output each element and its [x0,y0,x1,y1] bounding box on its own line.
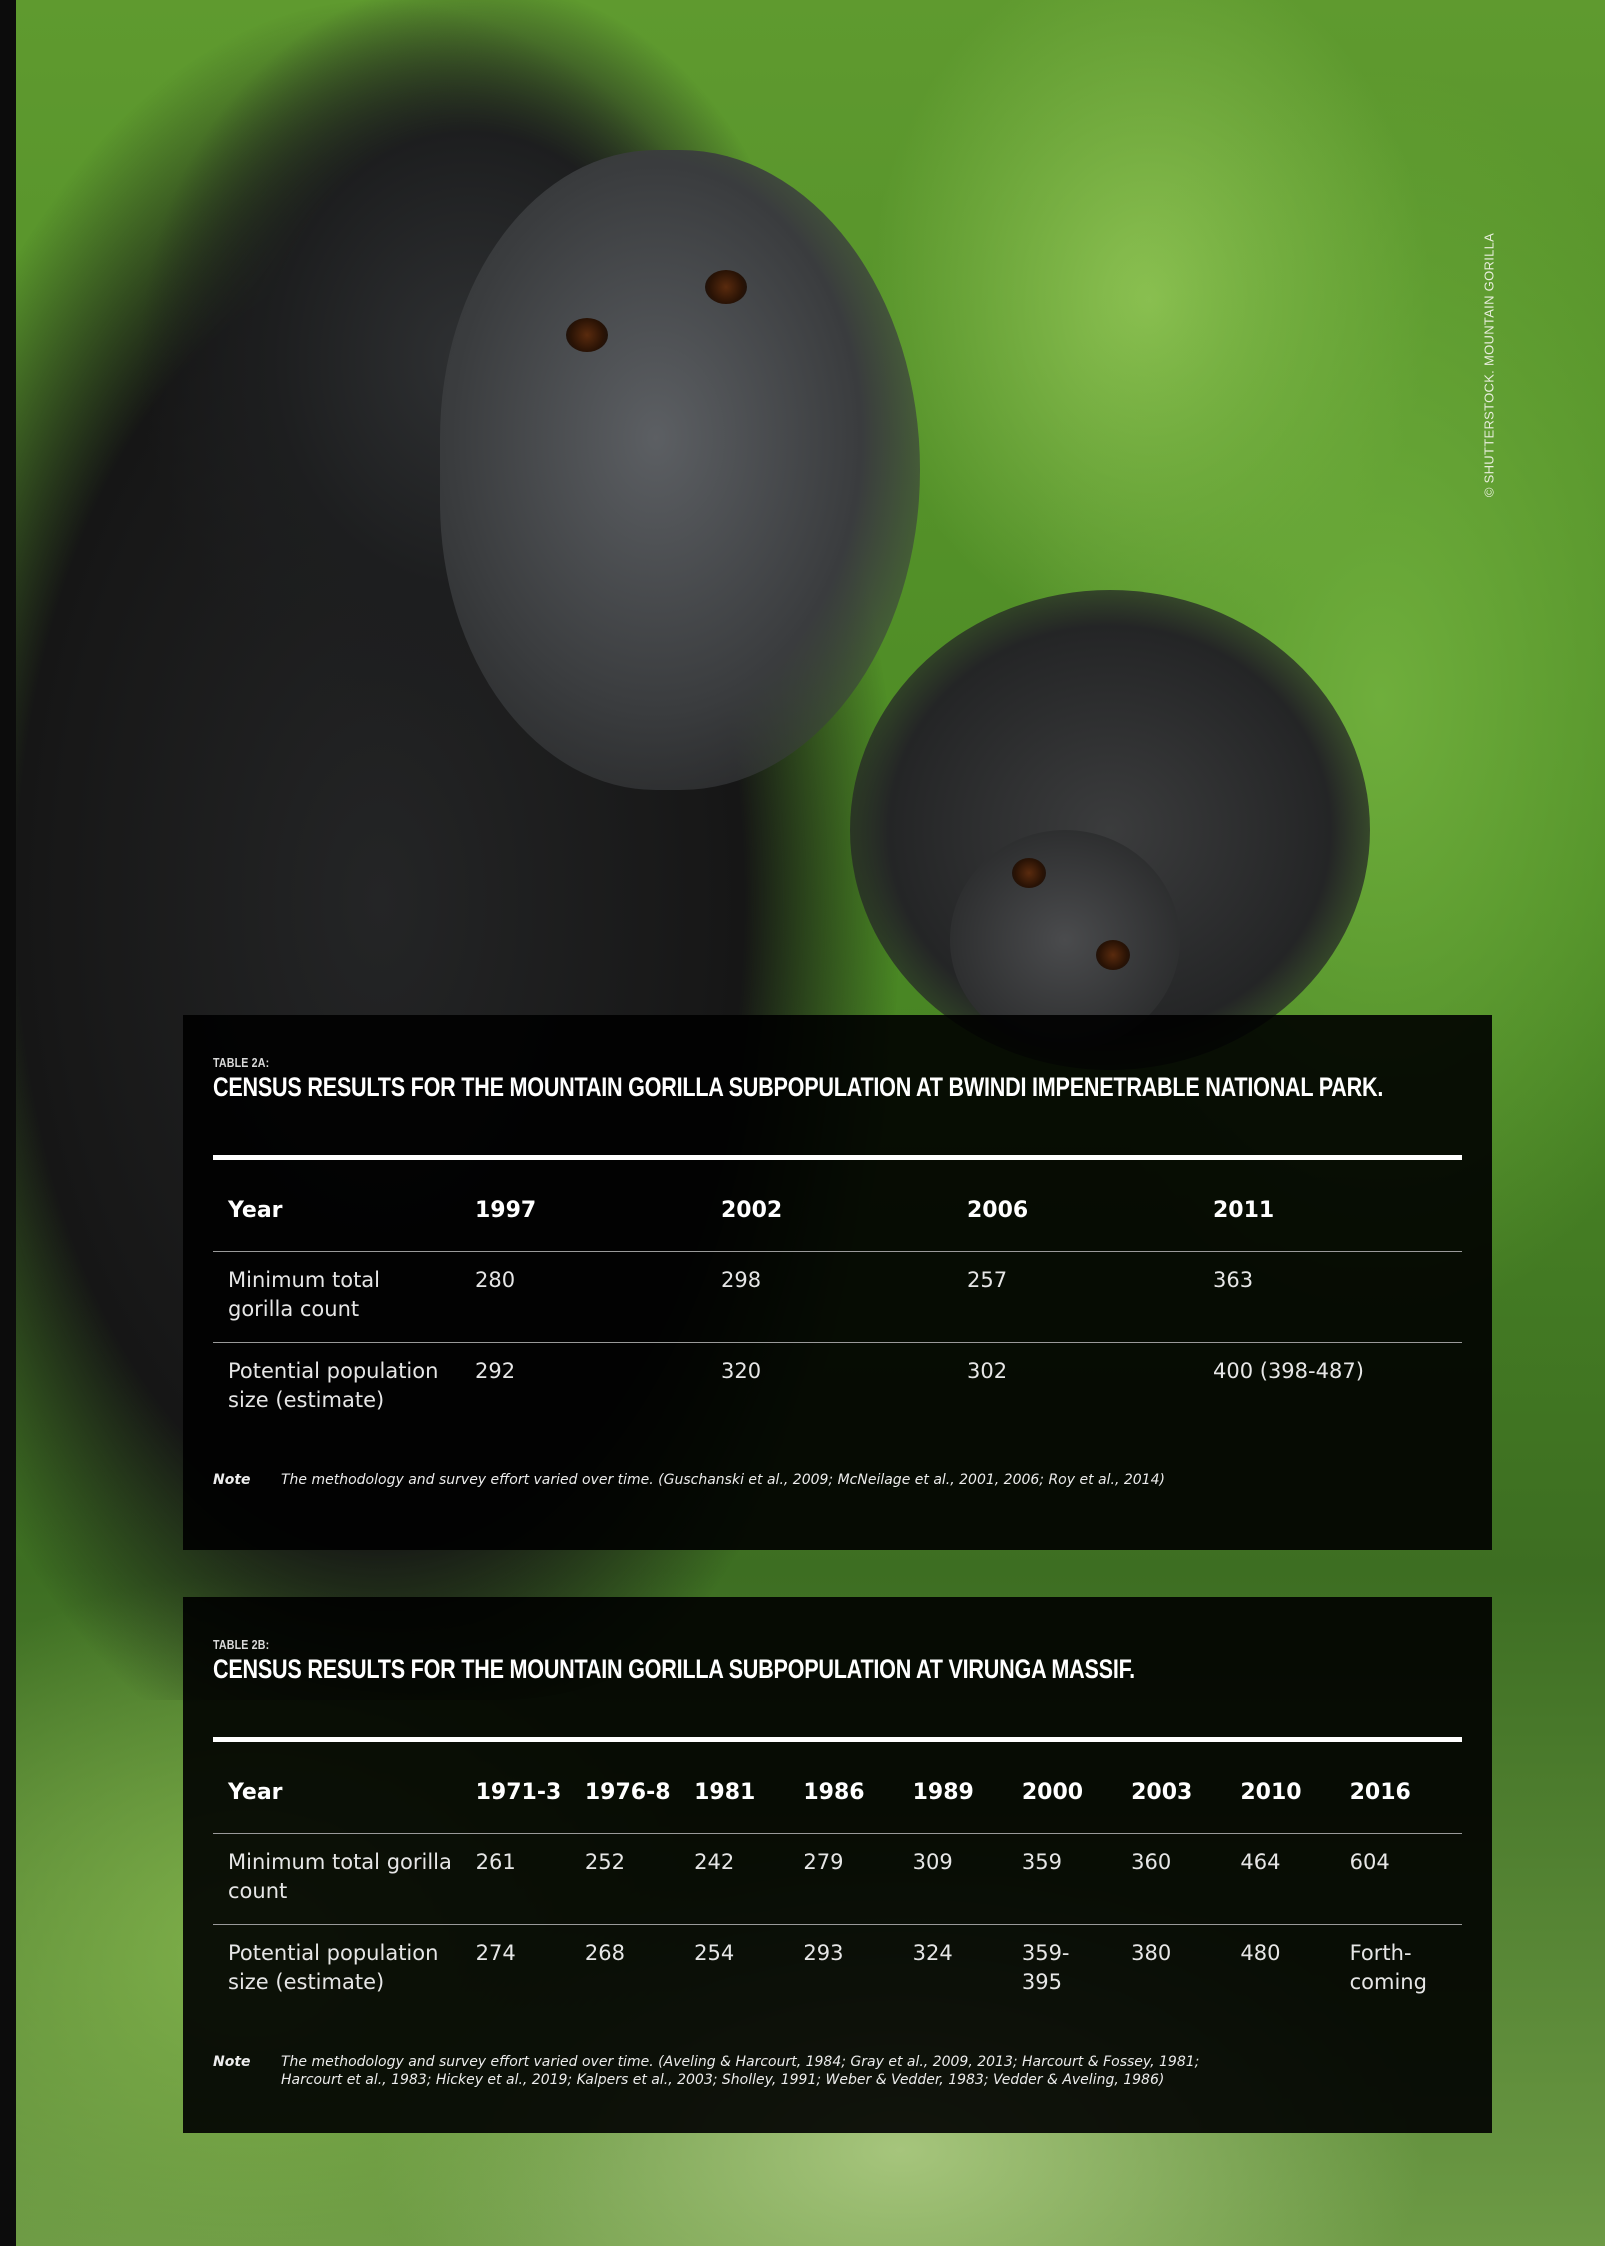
table-row: Minimum total gorilla count 261 252 242 … [213,1833,1462,1925]
table-cell: 257 [952,1251,1198,1343]
table-cell: 320 [706,1342,952,1433]
table-label: TABLE 2B: [213,1637,270,1652]
column-header: 1997 [475,1198,537,1223]
column-header: 2000 [1021,1780,1084,1805]
table-cell: 261 [460,1833,570,1925]
table-2a-panel: TABLE 2A: CENSUS RESULTS FOR THE MOUNTAI… [183,1015,1492,1550]
row-label: Minimum total gorilla count [213,1833,461,1925]
table-cell: 363 [1198,1251,1462,1343]
table-cell: 292 [460,1342,706,1433]
column-header: 2002 [721,1198,783,1223]
gorilla-eye [705,270,747,304]
row-label: Potential population size (estimate) [213,1342,460,1433]
left-edge-strip [0,0,16,2246]
table-cell: 280 [460,1251,706,1343]
row-label: Minimum total gorilla count [213,1251,460,1343]
baby-gorilla-eye [1096,940,1130,970]
table-cell: 268 [569,1924,680,2015]
table-cell: 464 [1225,1833,1335,1925]
gorilla-eye [566,318,608,352]
table-cell: 242 [679,1833,789,1925]
note-text: The methodology and survey effort varied… [281,1472,1165,1488]
column-header: 1976-8 [584,1780,671,1805]
table-cell: 293 [788,1924,898,2015]
table-title: CENSUS RESULTS FOR THE MOUNTAIN GORILLA … [213,1072,1384,1102]
table-cell: 274 [460,1924,570,2015]
row-label: Potential population size (estimate) [213,1924,461,2015]
census-table-virunga: Year 1971-3 1976-8 1981 1986 1989 2000 2… [213,1742,1462,2015]
census-table-bwindi: Year 1997 2002 2006 2011 Minimum total g… [213,1160,1462,1433]
table-cell: 324 [897,1924,1007,2015]
note-text: Harcourt et al., 1983; Hickey et al., 20… [281,2072,1165,2088]
column-header: Year [228,1780,283,1805]
table-cell: 604 [1334,1833,1462,1925]
table-2b-panel: TABLE 2B: CENSUS RESULTS FOR THE MOUNTAI… [183,1597,1492,2133]
column-header: 1989 [912,1780,974,1805]
note-text: The methodology and survey effort varied… [281,2054,1200,2070]
column-header: Year [228,1198,283,1223]
table-cell: 400 (398-487) [1198,1342,1462,1433]
table-label: TABLE 2A: [213,1055,270,1070]
column-header: 1981 [694,1780,756,1805]
table-title: CENSUS RESULTS FOR THE MOUNTAIN GORILLA … [213,1654,1135,1684]
table-cell: 254 [679,1924,789,2015]
table-cell: 298 [706,1251,952,1343]
table-cell: 359 [1006,1833,1117,1925]
table-cell: 302 [952,1342,1198,1433]
table-cell: 279 [788,1833,898,1925]
photo-credit: © SHUTTERSTOCK. MOUNTAIN GORILLA [1481,232,1497,498]
table-cell: 360 [1116,1833,1226,1925]
table-cell: Forth-coming [1334,1924,1462,2015]
table-cell: 309 [897,1833,1007,1925]
adult-gorilla-face [440,150,920,790]
table-row: Minimum total gorilla count 280 298 257 … [213,1251,1462,1343]
column-header: 2016 [1349,1780,1411,1805]
table-cell: 359-395 [1006,1924,1117,2015]
column-header: 1986 [803,1780,865,1805]
table-row: Potential population size (estimate) 292… [213,1342,1462,1433]
column-header: 2010 [1240,1780,1302,1805]
column-header: 2006 [967,1198,1029,1223]
table-note: Note The methodology and survey effort v… [213,1471,1462,1489]
table-note: Note The methodology and survey effort v… [213,2053,1462,2089]
baby-gorilla-eye [1012,858,1046,888]
column-header: 1971-3 [475,1780,562,1805]
note-label: Note [213,1472,251,1488]
table-row: Potential population size (estimate) 274… [213,1924,1462,2015]
table-header-row: Year 1971-3 1976-8 1981 1986 1989 2000 2… [213,1742,1462,1834]
table-header-row: Year 1997 2002 2006 2011 [213,1160,1462,1252]
column-header: 2003 [1131,1780,1193,1805]
table-cell: 380 [1116,1924,1226,2015]
note-label: Note [213,2054,251,2070]
table-cell: 252 [569,1833,680,1925]
table-cell: 480 [1225,1924,1335,2015]
column-header: 2011 [1213,1198,1275,1223]
